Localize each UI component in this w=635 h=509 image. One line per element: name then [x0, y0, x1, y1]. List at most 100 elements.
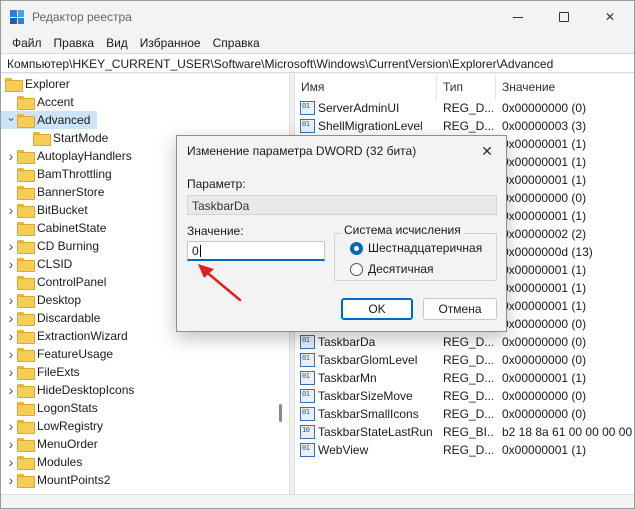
value-type: REG_D...: [443, 443, 493, 457]
value-type: REG_D...: [443, 101, 493, 115]
edit-dword-dialog: Изменение параметра DWORD (32 бита) ✕ Па…: [176, 135, 507, 332]
radio-hex-indicator[interactable]: [350, 241, 363, 255]
tree-item[interactable]: › BitBucket: [1, 201, 88, 219]
tree-scrollbar-thumb[interactable]: [279, 404, 282, 422]
chevron-right-icon[interactable]: ›: [5, 436, 17, 452]
value-row[interactable]: ShellMigrationLevel REG_D... 0x00000003 (3…: [295, 117, 634, 135]
value-data: b2 18 8a 61 00 00 00 00: [502, 425, 632, 439]
tree-item[interactable]: ControlPanel: [1, 273, 106, 291]
dword-value-icon: [300, 389, 315, 403]
value-data: 0x00000001 (1): [502, 299, 587, 313]
ok-button[interactable]: OK: [341, 298, 413, 320]
window-title: Редактор реестра: [32, 10, 132, 24]
value-data: 0x0000000d (13): [502, 245, 593, 259]
tree-item[interactable]: › FeatureUsage: [1, 345, 113, 363]
value-row[interactable]: TaskbarMn REG_D... 0x00000001 (1): [295, 369, 634, 387]
value-type: REG_D...: [443, 353, 493, 367]
tree-item[interactable]: › CD Burning: [1, 237, 99, 255]
chevron-right-icon[interactable]: ›: [5, 472, 17, 488]
value-row[interactable]: WebView REG_D... 0x00000001 (1): [295, 441, 634, 459]
menu-favorites[interactable]: Избранное: [134, 36, 207, 50]
cancel-button[interactable]: Отмена: [423, 298, 497, 320]
value-data: 0x00000001 (1): [502, 443, 587, 457]
value-row[interactable]: TaskbarSizeMove REG_D... 0x00000000 (0): [295, 387, 634, 405]
maximize-button[interactable]: [541, 1, 587, 33]
close-button[interactable]: ✕: [587, 1, 633, 33]
tree-item[interactable]: › MountPoints2: [1, 471, 110, 489]
column-header-type[interactable]: Тип: [437, 74, 496, 100]
value-data: 0x00000001 (1): [502, 137, 587, 151]
menu-file[interactable]: Файл: [6, 36, 48, 50]
tree-item[interactable]: › FileExts: [1, 363, 80, 381]
dialog-close-button[interactable]: ✕: [477, 141, 497, 161]
radio-decimal-indicator[interactable]: [350, 262, 363, 276]
value-type: REG_D...: [443, 335, 493, 349]
base-group-title: Система исчисления: [341, 223, 464, 237]
tree-item-label: BitBucket: [37, 203, 88, 217]
value-row[interactable]: TaskbarSmallIcons REG_D... 0x00000000 (0): [295, 405, 634, 423]
value-data-input[interactable]: 0: [187, 241, 325, 261]
value-data: 0x00000000 (0): [502, 191, 587, 205]
value-row[interactable]: TaskbarStateLastRun REG_BI... b2 18 8a 61 …: [295, 423, 634, 441]
chevron-right-icon[interactable]: ›: [5, 346, 17, 362]
menu-edit[interactable]: Правка: [48, 36, 101, 50]
chevron-right-icon[interactable]: ›: [5, 292, 17, 308]
tree-item[interactable]: BannerStore: [1, 183, 104, 201]
radio-hex[interactable]: Шестнадцатеричная: [350, 240, 482, 256]
tree-item[interactable]: › Desktop: [1, 291, 81, 309]
column-header-name[interactable]: Имя: [295, 74, 437, 100]
tree-item[interactable]: Accent: [1, 93, 74, 111]
chevron-right-icon[interactable]: ›: [5, 148, 17, 164]
value-data: 0x00000000 (0): [502, 389, 587, 403]
radio-decimal[interactable]: Десятичная: [350, 261, 434, 277]
tree-item[interactable]: › AutoplayHandlers: [1, 147, 132, 165]
tree-item[interactable]: › Discardable: [1, 309, 100, 327]
value-row[interactable]: ServerAdminUI REG_D... 0x00000000 (0): [295, 99, 634, 117]
tree-item[interactable]: › MenuOrder: [1, 435, 98, 453]
chevron-right-icon[interactable]: ›: [5, 418, 17, 434]
chevron-right-icon[interactable]: ›: [5, 454, 17, 470]
tree-item[interactable]: › HideDesktopIcons: [1, 381, 134, 399]
chevron-right-icon[interactable]: ›: [5, 256, 17, 272]
chevron-right-icon[interactable]: ›: [5, 382, 17, 398]
column-header-data[interactable]: Значение: [496, 74, 634, 100]
value-row[interactable]: TaskbarGlomLevel REG_D... 0x00000000 (0): [295, 351, 634, 369]
address-bar[interactable]: Компьютер\HKEY_CURRENT_USER\Software\Mic…: [1, 53, 634, 73]
value-name: TaskbarSmallIcons: [318, 407, 419, 421]
tree-item[interactable]: Explorer: [1, 75, 70, 93]
value-data: 0x00000001 (1): [502, 173, 587, 187]
folder-icon: [17, 96, 35, 110]
tree-item[interactable]: ⌄ Advanced: [1, 110, 97, 129]
value-row[interactable]: TaskbarDa REG_D... 0x00000000 (0): [295, 333, 634, 351]
tree-item[interactable]: CabinetState: [1, 219, 106, 237]
folder-icon: [17, 294, 35, 308]
value-name-field: TaskbarDa: [187, 195, 497, 215]
menu-help[interactable]: Справка: [207, 36, 266, 50]
tree-item[interactable]: › Modules: [1, 453, 82, 471]
tree-item[interactable]: › LowRegistry: [1, 417, 103, 435]
tree-item-label: MountPoints2: [37, 473, 111, 487]
folder-icon: [17, 348, 35, 362]
folder-icon: [17, 276, 35, 290]
tree-item[interactable]: LogonStats: [1, 399, 98, 417]
minimize-button[interactable]: [495, 1, 541, 33]
tree-item[interactable]: StartMode: [1, 129, 108, 147]
dword-value-icon: [300, 353, 315, 367]
menu-bar: Файл Правка Вид Избранное Справка: [1, 33, 634, 53]
tree-item[interactable]: › ExtractionWizard: [1, 327, 128, 345]
folder-icon: [17, 150, 35, 164]
menu-view[interactable]: Вид: [100, 36, 134, 50]
tree-item[interactable]: BamThrottling: [1, 165, 112, 183]
folder-icon: [17, 222, 35, 236]
chevron-right-icon[interactable]: ›: [5, 202, 17, 218]
folder-icon: [17, 204, 35, 218]
tree-item-label: StartMode: [53, 131, 109, 145]
folder-icon: [17, 330, 35, 344]
title-bar[interactable]: Редактор реестра ✕: [1, 1, 634, 33]
chevron-right-icon[interactable]: ›: [5, 238, 17, 254]
chevron-down-icon[interactable]: ⌄: [5, 110, 17, 124]
chevron-right-icon[interactable]: ›: [5, 310, 17, 326]
tree-item[interactable]: › CLSID: [1, 255, 72, 273]
chevron-right-icon[interactable]: ›: [5, 328, 17, 344]
chevron-right-icon[interactable]: ›: [5, 364, 17, 380]
